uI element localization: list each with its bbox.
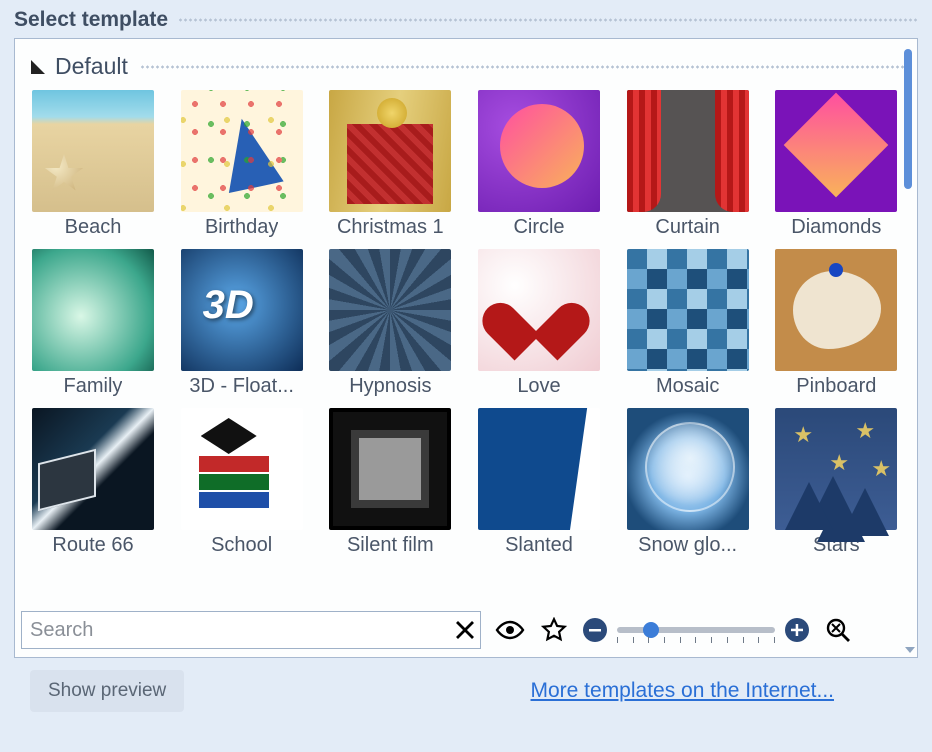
- template-item[interactable]: Curtain: [624, 90, 752, 239]
- template-thumbnail: [627, 408, 749, 530]
- template-thumbnail: [329, 249, 451, 371]
- template-item[interactable]: Circle: [475, 90, 603, 239]
- minus-icon: [588, 623, 602, 637]
- category-label: Default: [55, 53, 128, 80]
- show-preview-button[interactable]: Show preview: [30, 670, 184, 712]
- preview-eye-button[interactable]: [495, 615, 525, 645]
- template-thumbnail: [329, 90, 451, 212]
- template-item[interactable]: Slanted: [475, 408, 603, 557]
- zoom-controls: [583, 618, 809, 642]
- template-thumbnail: [32, 249, 154, 371]
- template-thumbnail: [181, 90, 303, 212]
- template-item[interactable]: Mosaic: [624, 249, 752, 398]
- template-item[interactable]: Pinboard: [772, 249, 900, 398]
- panel-header: Select template: [0, 0, 932, 38]
- template-label: Hypnosis: [349, 375, 431, 398]
- template-item[interactable]: Hypnosis: [326, 249, 454, 398]
- template-thumbnail: [478, 90, 600, 212]
- more-templates-link[interactable]: More templates on the Internet...: [531, 679, 835, 703]
- gallery-container: Default Beach Birthday Christmas 1 Circle Cu…: [14, 38, 918, 658]
- template-thumbnail: [478, 249, 600, 371]
- template-label: Silent film: [347, 534, 434, 557]
- template-thumbnail: [32, 408, 154, 530]
- zoom-reset-button[interactable]: [823, 615, 853, 645]
- zoom-reset-icon: [825, 617, 851, 643]
- favorite-button[interactable]: [539, 615, 569, 645]
- template-label: Diamonds: [791, 216, 881, 239]
- zoom-in-button[interactable]: [785, 618, 809, 642]
- template-item[interactable]: Diamonds: [772, 90, 900, 239]
- template-thumbnail: [478, 408, 600, 530]
- scrollbar-thumb[interactable]: [904, 49, 912, 189]
- template-label: Circle: [513, 216, 564, 239]
- eye-icon: [495, 619, 525, 641]
- search-clear-button[interactable]: [450, 615, 480, 645]
- template-label: Family: [64, 375, 123, 398]
- divider-dots: [178, 18, 918, 22]
- template-label: Love: [517, 375, 560, 398]
- divider-dots: [140, 65, 907, 69]
- template-label: Beach: [65, 216, 122, 239]
- template-label: Mosaic: [656, 375, 719, 398]
- category-header[interactable]: Default: [25, 53, 907, 80]
- star-icon: [541, 617, 567, 643]
- template-item[interactable]: Silent film: [326, 408, 454, 557]
- template-label: Snow glo...: [638, 534, 737, 557]
- template-label: Slanted: [505, 534, 573, 557]
- template-item[interactable]: School: [178, 408, 306, 557]
- template-thumbnail: [329, 408, 451, 530]
- zoom-slider-thumb[interactable]: [643, 622, 659, 638]
- template-thumbnail: [775, 90, 897, 212]
- template-label: Curtain: [655, 216, 719, 239]
- template-thumbnail: [775, 249, 897, 371]
- template-thumbnail: [627, 90, 749, 212]
- zoom-slider[interactable]: [617, 627, 775, 633]
- template-item[interactable]: 3D - Float...: [178, 249, 306, 398]
- template-item[interactable]: Love: [475, 249, 603, 398]
- slider-ticks: [617, 637, 775, 643]
- footer-row: Show preview More templates on the Inter…: [0, 658, 932, 720]
- search-box: [21, 611, 481, 649]
- template-item[interactable]: Family: [29, 249, 157, 398]
- scroll-down-arrow-icon[interactable]: [905, 647, 915, 653]
- template-label: School: [211, 534, 272, 557]
- template-label: Birthday: [205, 216, 278, 239]
- template-item[interactable]: Stars: [772, 408, 900, 557]
- gallery-scroll: Default Beach Birthday Christmas 1 Circle Cu…: [15, 39, 917, 605]
- x-icon: [453, 618, 477, 642]
- panel-title: Select template: [14, 8, 168, 32]
- template-item[interactable]: Route 66: [29, 408, 157, 557]
- template-grid: Beach Birthday Christmas 1 Circle Curtain Dia…: [25, 90, 907, 557]
- template-label: Pinboard: [796, 375, 876, 398]
- scrollbar-vertical[interactable]: [904, 49, 914, 597]
- template-item[interactable]: Snow glo...: [624, 408, 752, 557]
- template-item[interactable]: Christmas 1: [326, 90, 454, 239]
- plus-icon: [790, 623, 804, 637]
- template-label: 3D - Float...: [189, 375, 293, 398]
- template-thumbnail: [181, 408, 303, 530]
- template-label: Route 66: [52, 534, 133, 557]
- template-thumbnail: [627, 249, 749, 371]
- template-thumbnail: [32, 90, 154, 212]
- template-label: Christmas 1: [337, 216, 444, 239]
- template-label: Stars: [813, 534, 860, 557]
- template-thumbnail: [775, 408, 897, 530]
- zoom-out-button[interactable]: [583, 618, 607, 642]
- search-input[interactable]: [22, 619, 450, 642]
- template-thumbnail: [181, 249, 303, 371]
- collapse-triangle-icon: [31, 60, 45, 74]
- template-item[interactable]: Birthday: [178, 90, 306, 239]
- gallery-toolbar: [15, 605, 917, 657]
- template-item[interactable]: Beach: [29, 90, 157, 239]
